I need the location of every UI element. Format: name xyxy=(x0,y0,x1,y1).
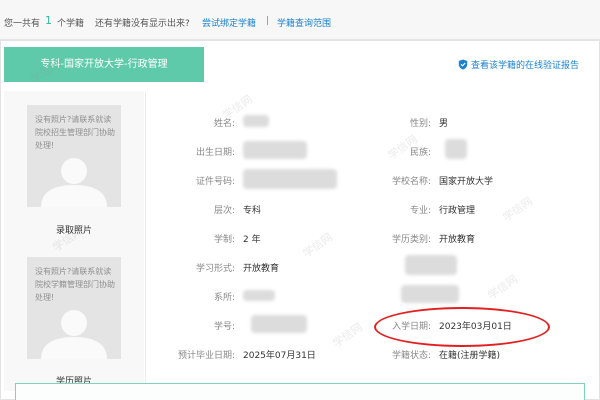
ethnicity-label: 民族: xyxy=(409,148,431,158)
birth-date-value-redacted xyxy=(243,141,307,159)
watermark: 学信网 xyxy=(500,194,536,225)
enrollment-status-label: 学籍状态: xyxy=(391,351,431,361)
column-divider xyxy=(145,91,146,391)
record-title-badge: 专科-国家开放大学-行政管理 xyxy=(4,47,204,82)
study-mode-value: 开放教育 xyxy=(243,264,280,274)
student-number-value-redacted xyxy=(251,315,307,333)
next-section-box xyxy=(15,383,585,400)
level-value: 专科 xyxy=(243,206,262,216)
degree-category-value: 开放教育 xyxy=(439,235,476,245)
gender-label: 性别: xyxy=(409,119,431,129)
id-number-label: 证件号码: xyxy=(195,177,235,187)
redacted-field-row-7 xyxy=(401,285,459,303)
admission-photo-placeholder: 没有照片?请联系就读院校招生管理部门协助处理! xyxy=(27,105,121,207)
gender-value: 男 xyxy=(439,119,449,129)
verify-report-label: 查看该学籍的在线验证报告 xyxy=(470,61,579,71)
major-label: 专业: xyxy=(409,206,431,216)
record-count: 1 xyxy=(45,14,52,27)
department-value-redacted xyxy=(243,290,275,301)
major-value: 行政管理 xyxy=(439,206,476,216)
admission-photo-message: 没有照片?请联系就读院校招生管理部门协助处理! xyxy=(35,115,115,150)
chsi-student-record-page: 您一共有 1 个学籍 还有学籍没有显示出来? 尝试绑定学籍 | 学籍查询范围 专… xyxy=(0,0,600,400)
level-label: 层次: xyxy=(213,206,235,216)
education-photo-message: 没有照片?请联系就读院校学籍管理部门协助处理! xyxy=(35,267,115,302)
admission-photo-caption: 录取照片 xyxy=(55,226,92,236)
total-prefix: 您一共有 xyxy=(4,19,41,29)
record-summary-bar: 您一共有 1 个学籍 还有学籍没有显示出来? 尝试绑定学籍 | 学籍查询范围 xyxy=(0,0,600,40)
school-name-value: 国家开放大学 xyxy=(439,177,494,187)
person-silhouette-icon xyxy=(41,158,107,207)
missing-records-question: 还有学籍没有显示出来? xyxy=(95,19,190,29)
watermark: 学信网 xyxy=(485,272,521,303)
watermark: 学信网 xyxy=(330,320,366,351)
query-scope-link[interactable]: 学籍查询范围 xyxy=(277,16,331,29)
birth-date-label: 出生日期: xyxy=(195,148,235,158)
name-label: 姓名: xyxy=(213,119,235,129)
name-value-redacted xyxy=(243,115,269,127)
school-name-label: 学校名称: xyxy=(391,177,431,187)
verify-report-link[interactable]: 查看该学籍的在线验证报告 xyxy=(458,58,579,71)
person-silhouette-icon xyxy=(41,310,107,359)
link-separator: | xyxy=(266,16,270,26)
enrollment-date-highlight xyxy=(374,307,550,347)
expected-graduation-label: 预计毕业日期: xyxy=(177,351,235,361)
bind-record-link[interactable]: 尝试绑定学籍 xyxy=(202,16,256,29)
id-number-value-redacted xyxy=(243,169,337,189)
ethnicity-value-redacted xyxy=(445,139,467,159)
education-photo-placeholder: 没有照片?请联系就读院校学籍管理部门协助处理! xyxy=(27,257,121,359)
expected-graduation-value: 2025年07月31日 xyxy=(243,351,316,361)
duration-value: 2 年 xyxy=(243,235,261,245)
study-mode-label: 学习形式: xyxy=(195,264,235,274)
degree-category-label: 学历类别: xyxy=(391,235,431,245)
student-number-label: 学号: xyxy=(213,322,235,332)
shield-check-icon xyxy=(458,59,468,70)
total-suffix: 个学籍 xyxy=(57,19,85,29)
record-card: 专科-国家开放大学-行政管理 查看该学籍的在线验证报告 没有照片?请联系就读院校… xyxy=(0,40,600,400)
watermark: 学信网 xyxy=(300,230,336,261)
enrollment-status-value: 在籍(注册学籍) xyxy=(439,351,501,361)
photo-column: 没有照片?请联系就读院校招生管理部门协助处理! 录取照片 没有照片?请联系就读院… xyxy=(4,91,144,391)
redacted-field-row-6 xyxy=(405,255,457,275)
duration-label: 学制: xyxy=(213,235,235,245)
department-label: 系所: xyxy=(213,293,235,303)
